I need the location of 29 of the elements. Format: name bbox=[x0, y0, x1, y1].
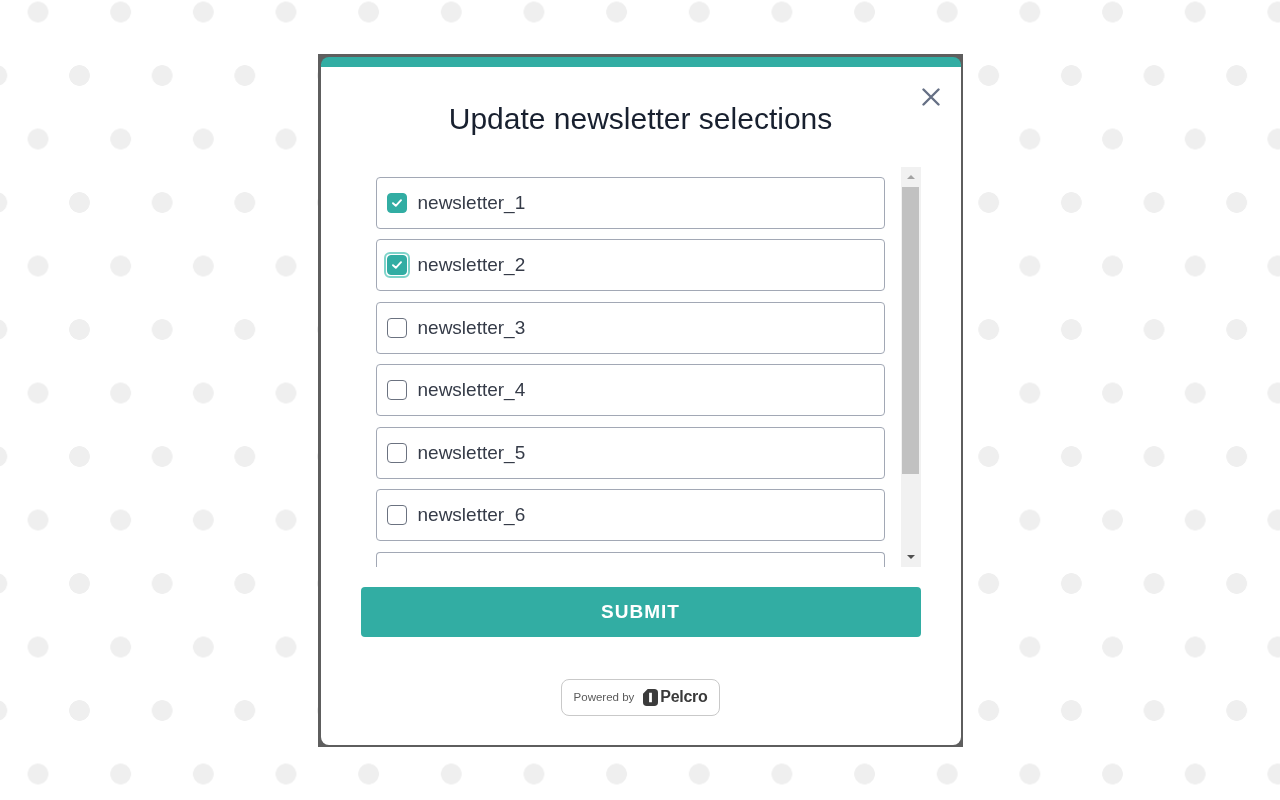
option-row[interactable]: newsletter_3 bbox=[375, 301, 885, 354]
option-label: newsletter_4 bbox=[417, 379, 526, 401]
option-row[interactable]: newsletter_1 bbox=[375, 176, 885, 229]
option-label: newsletter_6 bbox=[417, 504, 526, 526]
checkmark-icon bbox=[391, 198, 402, 207]
scrollbar[interactable] bbox=[900, 166, 921, 567]
option-row[interactable]: newsletter_5 bbox=[375, 426, 885, 479]
checkbox[interactable] bbox=[383, 252, 410, 278]
option-label: newsletter_1 bbox=[417, 191, 526, 214]
checkbox[interactable] bbox=[386, 317, 407, 338]
powered-by-badge[interactable]: Powered by Pelcro bbox=[561, 678, 720, 716]
checkbox[interactable] bbox=[386, 505, 407, 525]
checkmark-icon bbox=[391, 261, 402, 269]
logo-icon bbox=[643, 688, 659, 706]
option-label: newsletter_2 bbox=[417, 254, 526, 276]
checkbox[interactable] bbox=[386, 442, 407, 463]
option-label: newsletter_3 bbox=[417, 316, 526, 339]
option-row[interactable]: newsletter_2 bbox=[375, 239, 885, 291]
option-row[interactable]: newsletter_6 bbox=[375, 489, 885, 541]
checkbox[interactable] bbox=[386, 380, 407, 400]
dialog-title: Update newsletter selections bbox=[448, 100, 833, 137]
option-label: newsletter_5 bbox=[417, 441, 526, 464]
option-row[interactable]: newsletter_4 bbox=[375, 364, 885, 416]
checkbox[interactable] bbox=[386, 192, 407, 213]
scrollbar-thumb[interactable] bbox=[902, 186, 919, 474]
brand-name: Pelcro bbox=[660, 688, 708, 706]
close-icon[interactable] bbox=[921, 87, 940, 106]
powered-by-text: Powered by bbox=[573, 691, 635, 703]
scroll-down-icon[interactable] bbox=[906, 554, 915, 559]
